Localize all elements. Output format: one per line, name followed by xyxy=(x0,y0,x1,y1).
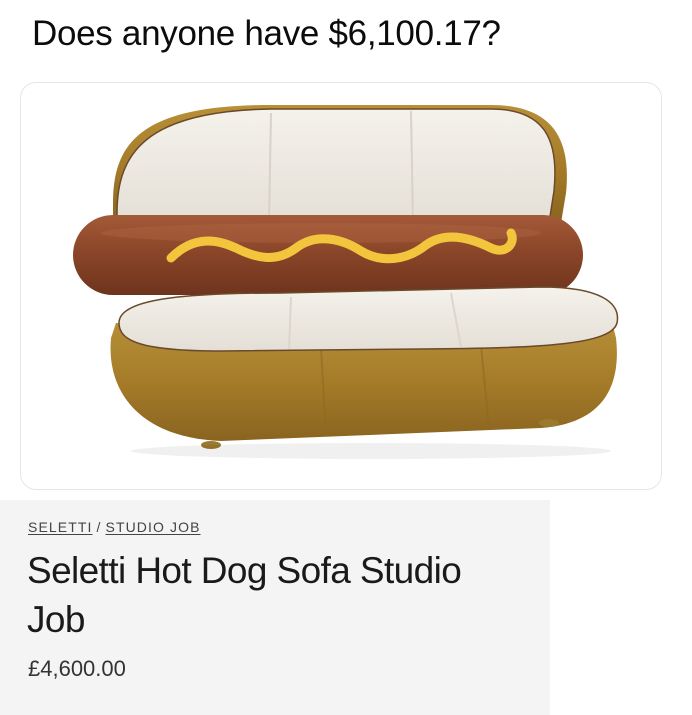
breadcrumb-link-seletti[interactable]: SELETTI xyxy=(28,519,93,535)
product-name: Seletti Hot Dog Sofa Studio Job xyxy=(27,550,462,640)
breadcrumb-separator: / xyxy=(96,519,102,535)
breadcrumb-link-studio-job[interactable]: STUDIO JOB xyxy=(106,519,201,535)
breadcrumb: SELETTI / STUDIO JOB xyxy=(28,519,201,535)
product-price: £4,600.00 xyxy=(28,656,126,681)
product-info-panel: SELETTI / STUDIO JOB Seletti Hot Dog Sofa … xyxy=(0,500,550,715)
product-image-card[interactable] xyxy=(20,82,662,490)
hot-dog-sofa-image xyxy=(73,105,619,459)
post-title: Does anyone have $6,100.17? xyxy=(32,14,501,53)
back-cushion-shape xyxy=(116,108,556,224)
seat-cushion-shape xyxy=(118,286,619,352)
